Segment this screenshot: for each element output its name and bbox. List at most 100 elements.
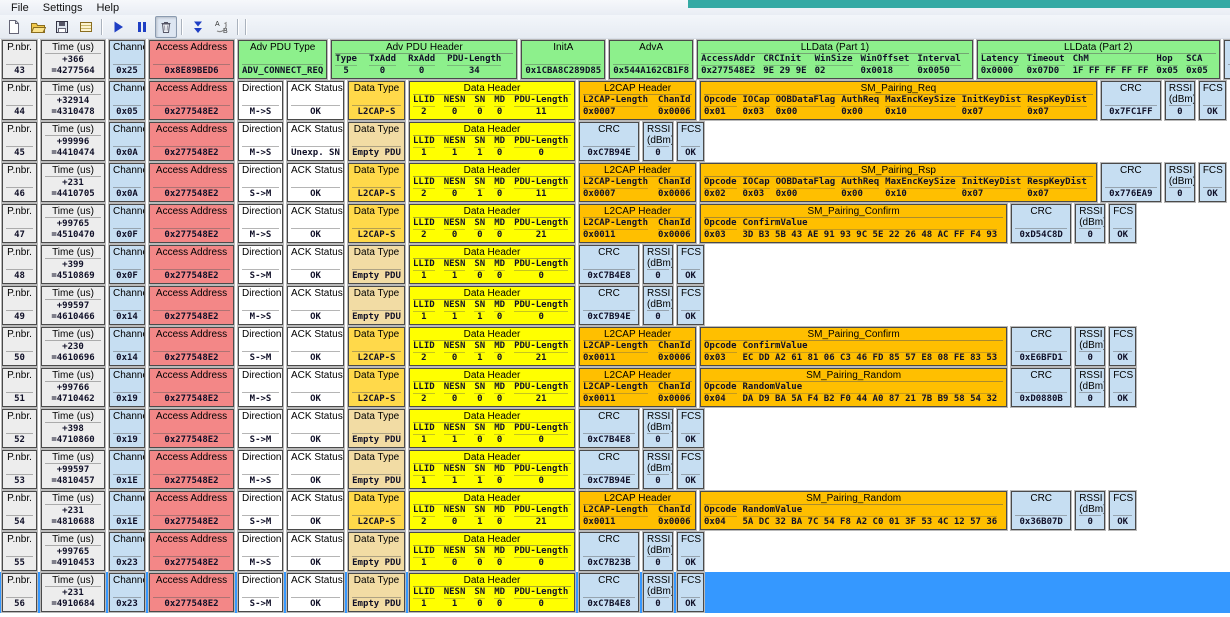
group-column: InitKeyDist 0x07 <box>961 177 1022 200</box>
pause-icon[interactable] <box>131 16 153 38</box>
packet-row-52[interactable]: P.nbr. 52 Time (us)+398=4710860 Channel 0x19… <box>2 409 1230 448</box>
column-header: PDU-Length <box>514 341 569 353</box>
group-column: SN 0 <box>474 259 486 282</box>
packet-row-54[interactable]: P.nbr. 54 Time (us)+231=4810688 Channel 0x1E… <box>2 491 1230 530</box>
column-value: 21 <box>535 394 547 404</box>
cell-value: M->S <box>242 310 279 323</box>
column-header: AuthReq <box>841 95 880 107</box>
group-columns: L2CAP-Length 0x0007 ChanId 0x0006 <box>583 177 692 200</box>
packet-row-48[interactable]: P.nbr. 48 Time (us)+399=4510869 Channel 0x0F… <box>2 245 1230 284</box>
cell-label: Access Address <box>155 370 228 381</box>
ack-status-cell: ACK Status OK <box>287 286 344 325</box>
column-header: IOCap <box>742 95 770 107</box>
column-header: LLID <box>413 546 435 558</box>
cell-value: 44 <box>6 105 33 118</box>
column-header: RespKeyDist <box>1027 177 1087 189</box>
group-column: NESN 1 <box>443 587 466 610</box>
cell-label: Direction <box>242 83 282 94</box>
cell-value: 0 <box>1079 515 1102 528</box>
packet-row-51[interactable]: P.nbr. 51 Time (us)+99766=4710462 Channel 0x… <box>2 368 1230 407</box>
access-address-cell: Access Address 0x277548E2 <box>149 286 234 325</box>
cell-label: Access Address <box>155 206 228 217</box>
crc-cell: CRC 0xC7B94E <box>579 286 639 325</box>
cell-label: Direction <box>242 329 282 340</box>
packet-row-45[interactable]: P.nbr. 45 Time (us)+99996=4410474 Channel 0x… <box>2 122 1230 161</box>
direction-cell: Direction S->M <box>238 245 283 284</box>
column-value: 0x07 <box>1027 107 1049 117</box>
column-value: 0 <box>538 148 544 158</box>
time-cell: Time (us) +99597 =4810457 <box>41 450 105 489</box>
column-header: RandomValue <box>742 505 998 517</box>
group-column: L2CAP-Length 0x0011 <box>583 218 649 241</box>
cell-value: OK <box>681 597 700 610</box>
cell-label: (dBm) <box>647 299 673 310</box>
direction-cell: Direction S->M <box>238 491 283 530</box>
packet-row-44[interactable]: P.nbr. 44 Time (us)+32914=4310478 Channel 0x… <box>2 81 1230 120</box>
time-cell: Time (us) +399 =4510869 <box>41 245 105 284</box>
packet-row-56[interactable]: P.nbr. 56 Time (us)+231=4910684 Channel 0x23… <box>2 573 1230 612</box>
group-title: SM_Pairing_Confirm <box>704 329 1004 341</box>
cell-label: Channel <box>113 288 144 299</box>
group-column: AuthReq 0x00 <box>841 177 880 200</box>
packet-sniffer-window: File Settings Help AB P.nbr. 43 Time (us… <box>0 0 1230 617</box>
time-cell: Time (us) +398 =4710860 <box>41 409 105 448</box>
packet-row-53[interactable]: P.nbr. 53 Time (us)+99597=4810457 Channel 0x… <box>2 450 1230 489</box>
open-folder-icon[interactable] <box>27 16 49 38</box>
packet-row-46[interactable]: P.nbr. 46 Time (us)+231=4410705 Channel 0x0A… <box>2 163 1230 202</box>
cell-label: CRC <box>1119 165 1142 176</box>
cell-value: =4910684 <box>51 599 95 609</box>
group-column: MD 0 <box>494 341 506 364</box>
cell-value: +366 <box>45 53 101 66</box>
play-icon[interactable] <box>107 16 129 38</box>
column-value: 1 <box>451 476 458 486</box>
cell-value: +99996 <box>45 135 101 148</box>
cell-label: Data Type <box>353 493 400 504</box>
direction-cell: Direction M->S <box>238 368 283 407</box>
cell-value: 0x277548E2 <box>153 269 230 282</box>
ab-capture-icon[interactable]: AB <box>211 16 233 38</box>
group-title: L2CAP Header <box>583 83 692 95</box>
cell-label: Direction <box>242 165 282 176</box>
column-value: 1 <box>477 353 483 363</box>
group-column: Interval 0x0050 <box>917 54 961 77</box>
packet-row-50[interactable]: P.nbr. 50 Time (us)+230=4610696 Channel 0x14… <box>2 327 1230 366</box>
group-column: MD 0 <box>494 259 506 282</box>
group-columns: LLID 2 NESN 0 SN 0 MD 0 PDU-Length 21 <box>413 218 571 241</box>
packet-row-55[interactable]: P.nbr. 55 Time (us)+99765=4910453 Channel 0x… <box>2 532 1230 571</box>
new-file-icon[interactable] <box>3 16 25 38</box>
cell-value: 0 <box>647 269 669 282</box>
group-columns: Opcode 0x03 ConfirmValue 3D B3 5B 43 AE 91 … <box>704 218 1003 241</box>
rssi-cell: RSSI (dBm) 0 <box>1075 327 1106 366</box>
menu-file[interactable]: File <box>4 2 36 14</box>
trash-icon[interactable] <box>155 15 177 38</box>
l2cap-header-cell: L2CAP Header L2CAP-Length 0x0011 ChanId 0x00… <box>579 491 696 530</box>
cell-value: +398 <box>45 422 101 435</box>
column-value: 0 <box>451 517 458 527</box>
group-column: SN 1 <box>474 505 486 528</box>
column-header: ChanId <box>658 218 691 230</box>
cell-value: 53 <box>6 474 33 487</box>
cell-value: 0x277548E2 <box>153 515 230 528</box>
menu-settings[interactable]: Settings <box>36 2 90 14</box>
save-icon[interactable] <box>51 16 73 38</box>
packet-row-43[interactable]: P.nbr. 43 Time (us)+366=4277564 Channel 0x25… <box>2 40 1230 79</box>
cell-label: FCS <box>681 534 701 545</box>
double-down-arrow-icon[interactable] <box>187 16 209 38</box>
ack-status-cell: ACK Status OK <box>287 368 344 407</box>
group-title: Data Header <box>413 534 571 546</box>
ack-status-cell: ACK Status OK <box>287 450 344 489</box>
cell-label: Direction <box>242 411 282 422</box>
cell-label: Time (us) <box>52 452 94 463</box>
cell-label: Access Address <box>155 534 228 545</box>
column-value: 1 <box>421 148 427 158</box>
packet-row-47[interactable]: P.nbr. 47 Time (us)+99765=4510470 Channel 0x… <box>2 204 1230 243</box>
packet-row-49[interactable]: P.nbr. 49 Time (us)+99597=4610466 Channel 0x… <box>2 286 1230 325</box>
notebook-icon[interactable] <box>75 16 97 38</box>
group-columns: L2CAP-Length 0x0011 ChanId 0x0006 <box>583 341 692 364</box>
ack-status-cell: ACK Status OK <box>287 81 344 120</box>
cell-label: Data Type <box>353 206 400 217</box>
menu-help[interactable]: Help <box>89 2 126 14</box>
cell-value: OK <box>681 310 700 323</box>
group-columns: L2CAP-Length 0x0011 ChanId 0x0006 <box>583 382 692 405</box>
group-column: OOBDataFlag 0x00 <box>775 177 836 200</box>
